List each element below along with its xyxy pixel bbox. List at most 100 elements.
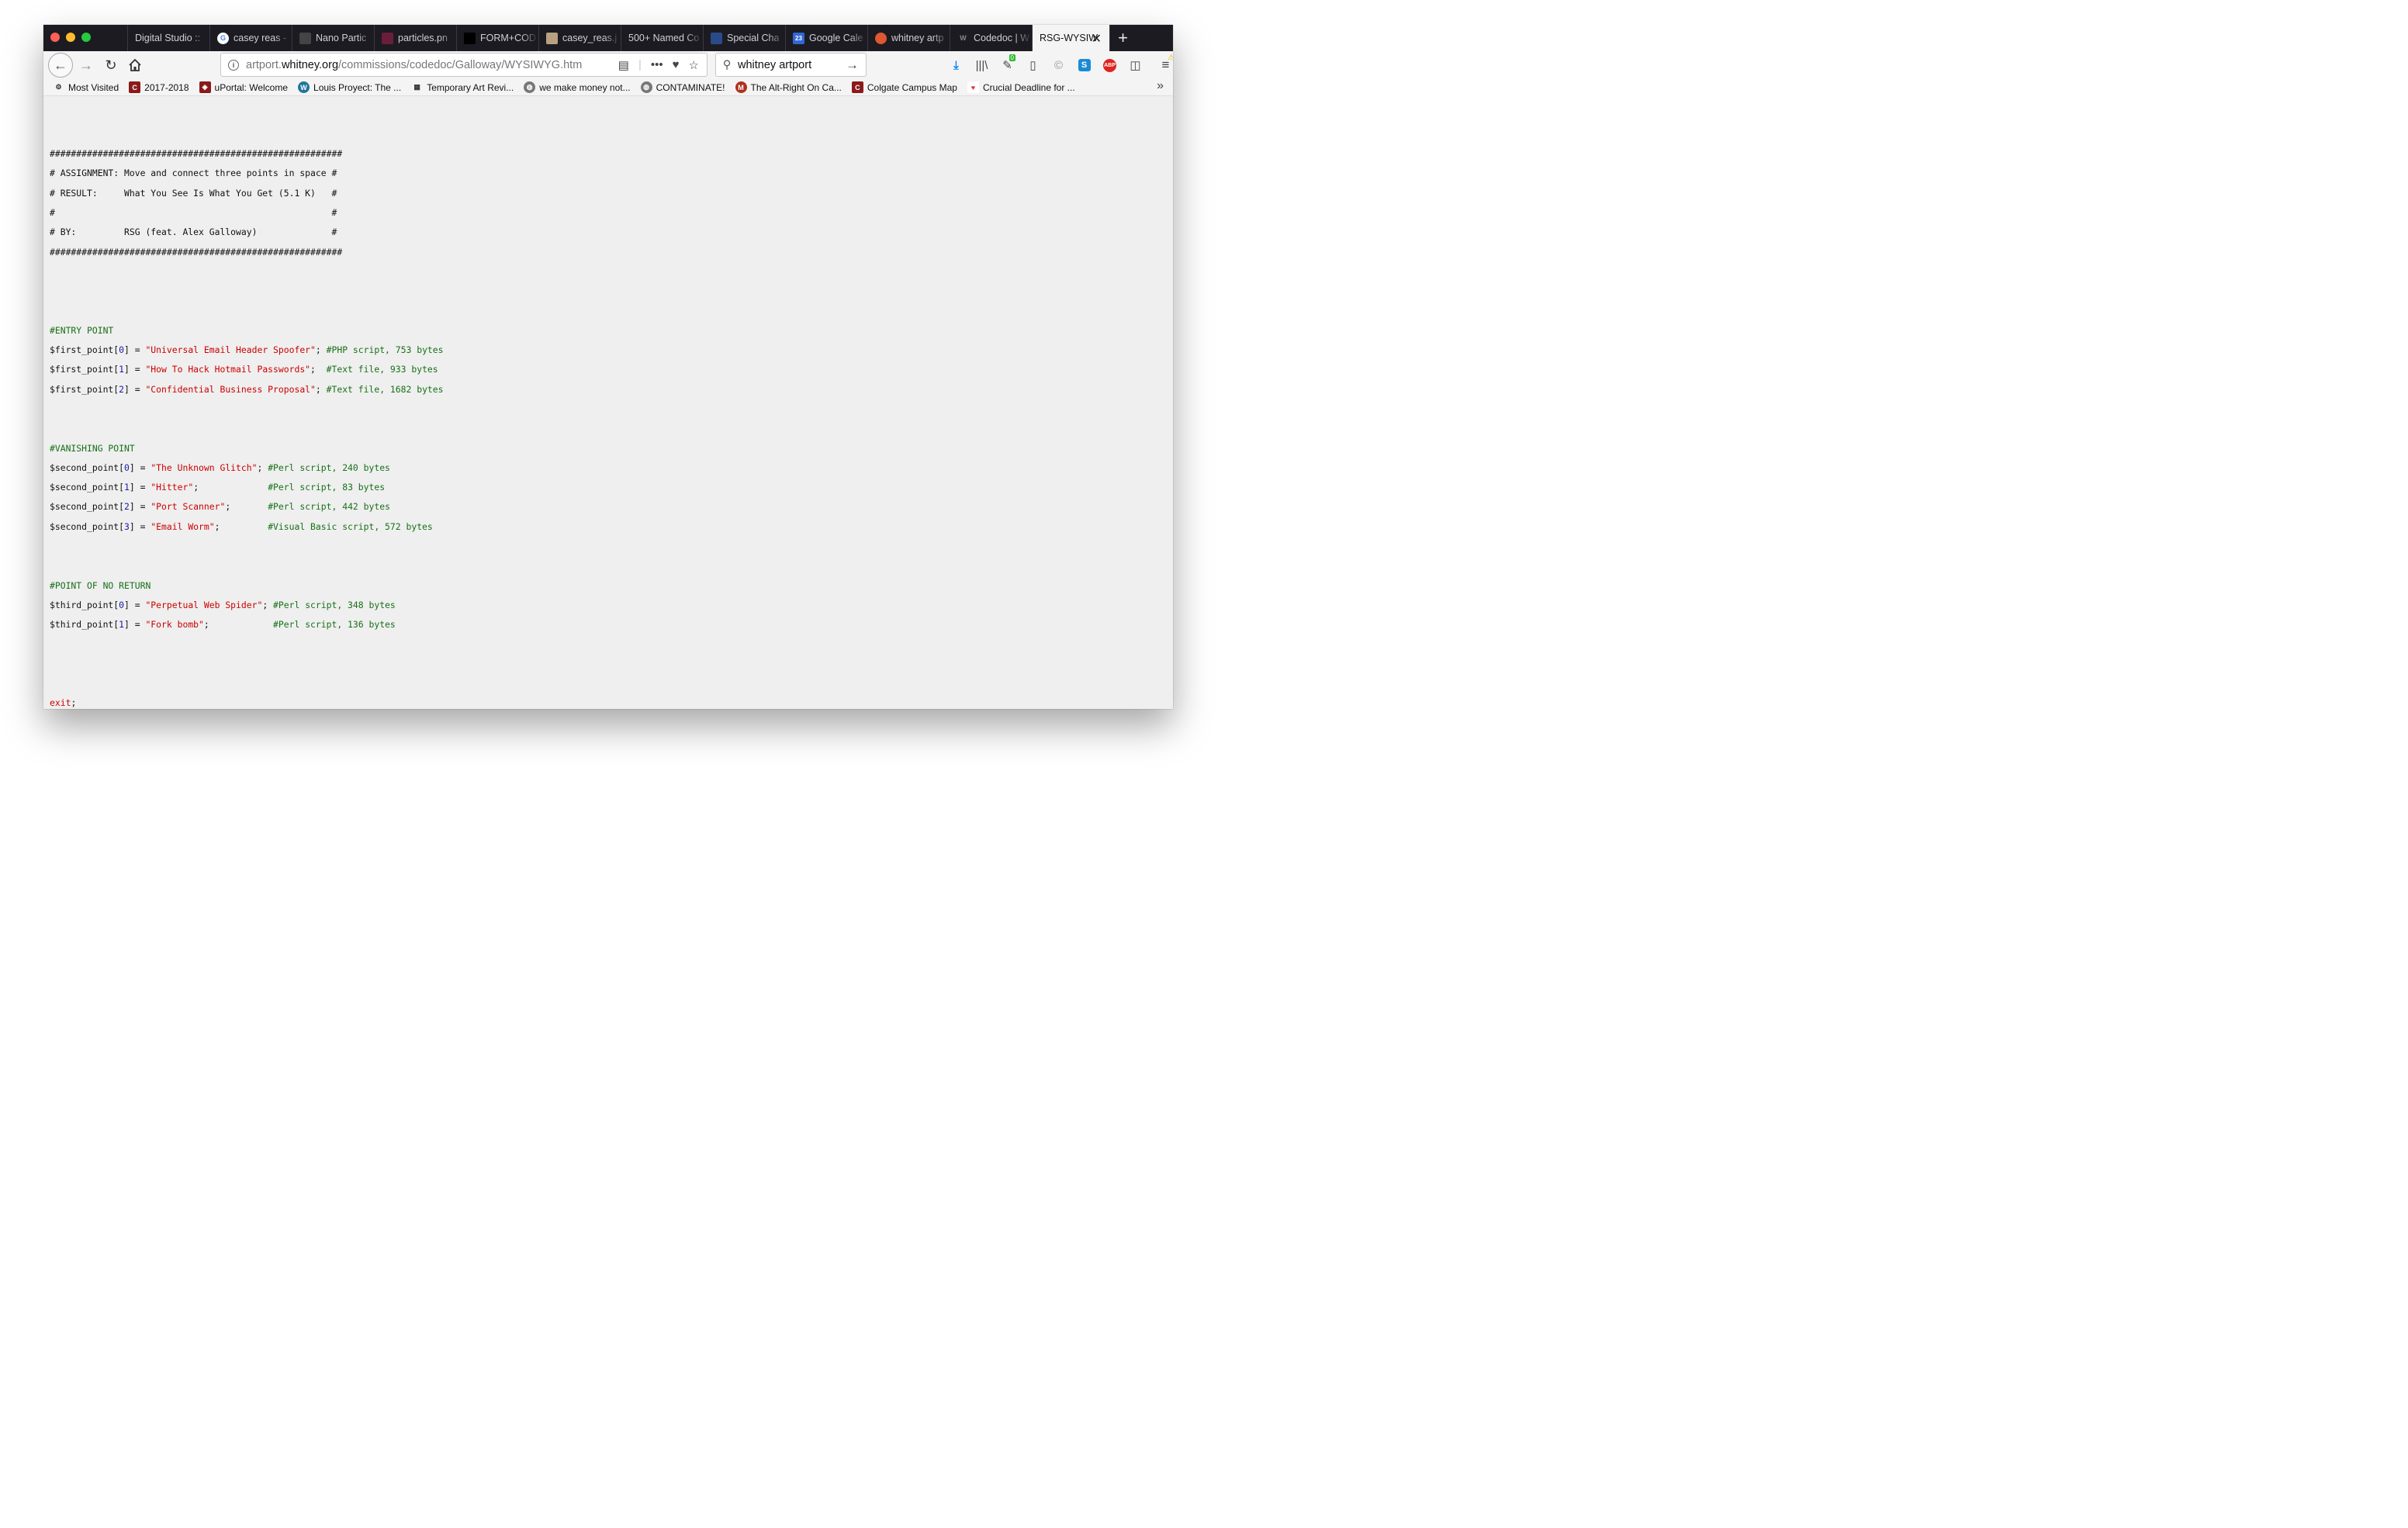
browser-tab[interactable]: 500+ Named Co (621, 25, 703, 51)
bookmark-item[interactable]: ◈ uPortal: Welcome (199, 81, 288, 93)
extension-button[interactable]: ✎ 0 (995, 53, 1020, 78)
new-tab-button[interactable]: + (1109, 25, 1136, 51)
statement-separator: ; (315, 344, 327, 355)
bookmark-item[interactable]: ◍ we make money not... (524, 81, 631, 93)
exit-keyword: exit (50, 697, 71, 709)
pocket-icon[interactable]: ♥ (673, 58, 680, 71)
forward-button[interactable]: → (78, 53, 95, 78)
statement-separator: ; (315, 383, 327, 395)
tab-fade (357, 25, 374, 51)
duckduckgo-icon (875, 32, 887, 44)
search-input[interactable]: whitney artport (738, 59, 846, 71)
browser-tab[interactable]: casey_reas.j (538, 25, 621, 51)
url-bar[interactable]: i artport.whitney.org/commissions/codedo… (220, 53, 708, 77)
string-literal: "How To Hack Hotmail Passwords" (145, 364, 311, 375)
header-comment-line: # BY: RSG (feat. Alex Galloway) # (50, 226, 337, 238)
array-index: 1 (119, 364, 125, 375)
reload-button[interactable]: ↻ (102, 53, 119, 78)
tab-fade (192, 25, 209, 51)
search-bar[interactable]: ⚲ whitney artport → (715, 53, 867, 77)
string-literal: "Confidential Business Proposal" (145, 383, 316, 395)
browser-tab[interactable]: FORM+COD (456, 25, 538, 51)
tab-fade (850, 25, 867, 51)
reader-view-icon[interactable]: ▤ (618, 58, 629, 72)
library-button[interactable]: |||\ (969, 53, 995, 78)
maximize-window-button[interactable] (81, 33, 91, 42)
c-icon: C (129, 81, 141, 93)
bookmark-item[interactable]: C 2017-2018 (129, 81, 189, 93)
bookmark-item[interactable]: ◍ CONTAMINATE! (640, 81, 725, 93)
site-info-button[interactable]: i (221, 59, 246, 71)
browser-tab[interactable]: Digital Studio :: (127, 25, 209, 51)
search-icon: ⚲ (722, 58, 732, 71)
sidebar-button[interactable]: ◫ (1123, 53, 1148, 78)
variable-name: $second_point[ (50, 501, 125, 513)
tab-list: Digital Studio :: Gcasey reas - Nano Parti… (127, 25, 1136, 51)
url-text[interactable]: artport.whitney.org/commissions/codedoc/… (246, 59, 618, 71)
bookmarks-toolbar: ⚙ Most Visited C 2017-2018 ◈ uPortal: Welcome… (43, 79, 1173, 96)
browser-tab[interactable]: particles.pn (374, 25, 456, 51)
statement-separator: ; (262, 599, 274, 610)
minimize-window-button[interactable] (66, 33, 75, 42)
search-go-icon[interactable]: → (846, 57, 866, 73)
tab-strip: Digital Studio :: Gcasey reas - Nano Parti… (43, 25, 1173, 51)
adblock-button[interactable]: ABP (1097, 53, 1123, 78)
bookmarks-overflow-icon[interactable]: » (1157, 79, 1164, 93)
browser-tab[interactable]: whitney artp (867, 25, 950, 51)
assignment-operator: ] = (124, 344, 146, 355)
close-window-button[interactable] (50, 33, 60, 42)
menu-button[interactable]: ≡ ⚠ (1153, 53, 1173, 78)
code-line: $third_point[1] = "Fork bomb"; #Perl scr… (50, 618, 396, 631)
header-comment-line: # RESULT: What You See Is What You Get (… (50, 187, 337, 199)
s-extension-button[interactable]: S (1071, 53, 1097, 78)
bookmark-item[interactable]: ▦ Temporary Art Revi... (411, 81, 514, 93)
globe-icon: ◍ (524, 81, 536, 93)
variable-name: $third_point[ (50, 619, 119, 631)
tab-fade (521, 25, 538, 51)
more-actions-icon[interactable]: ••• (651, 58, 663, 71)
browser-window: Digital Studio :: Gcasey reas - Nano Parti… (43, 25, 1173, 709)
statement-separator: ; (214, 520, 268, 532)
home-button[interactable] (126, 53, 144, 78)
inline-comment: #Visual Basic script, 572 bytes (268, 520, 433, 532)
browser-tab[interactable]: RSG-WYSIW ✕ (1032, 25, 1109, 51)
browser-tab[interactable]: 23 Google Cale (785, 25, 867, 51)
assignment-operator: ] = (129, 520, 151, 532)
bookmark-label: Temporary Art Revi... (427, 81, 514, 93)
variable-name: $second_point[ (50, 462, 125, 473)
inline-comment: #Text file, 933 bytes (326, 364, 438, 375)
browser-tab[interactable]: Special Cha (703, 25, 785, 51)
page-button[interactable]: ▯ (1020, 53, 1046, 78)
library-icon: |||\ (975, 58, 988, 72)
bookmark-item[interactable]: W Louis Proyect: The ... (298, 81, 401, 93)
assignment-operator: ] = (129, 462, 151, 473)
inline-comment: #Perl script, 240 bytes (268, 462, 390, 473)
tab-fade (604, 25, 621, 51)
bookmark-item[interactable]: ⚙ Most Visited (53, 81, 119, 93)
browser-tab[interactable]: Gcasey reas - (209, 25, 292, 51)
c-circle-icon: © (1054, 58, 1064, 72)
back-button[interactable]: ← (48, 53, 73, 78)
bookmark-item[interactable]: M The Alt-Right On Ca... (735, 81, 842, 93)
bookmark-star-icon[interactable]: ☆ (689, 58, 699, 72)
string-literal: "Universal Email Header Spoofer" (145, 344, 316, 355)
extension-badge: 0 (1009, 54, 1015, 61)
code-line: $first_point[2] = "Confidential Business… (50, 383, 444, 396)
c-extension-button[interactable]: © (1046, 53, 1071, 78)
image-icon (299, 32, 311, 44)
image-icon (382, 32, 393, 44)
bookmark-item[interactable]: C Colgate Campus Map (851, 81, 957, 93)
section-title: #POINT OF NO RETURN (50, 579, 151, 591)
code-line: $second_point[2] = "Port Scanner"; #Perl… (50, 500, 390, 513)
tab-fade (768, 25, 785, 51)
browser-tab[interactable]: W Codedoc | W (950, 25, 1032, 51)
close-tab-icon[interactable]: ✕ (1092, 31, 1102, 47)
browser-tab[interactable]: Nano Partic (292, 25, 374, 51)
image-icon (546, 32, 558, 44)
array-index: 0 (119, 599, 125, 610)
downloads-button[interactable]: ⤓ (943, 53, 969, 78)
sidebar-icon: ◫ (1130, 59, 1141, 72)
page-content: ########################################… (43, 97, 1173, 709)
bookmark-item[interactable]: ♥ Crucial Deadline for ... (967, 81, 1075, 93)
array-index: 1 (119, 619, 125, 631)
